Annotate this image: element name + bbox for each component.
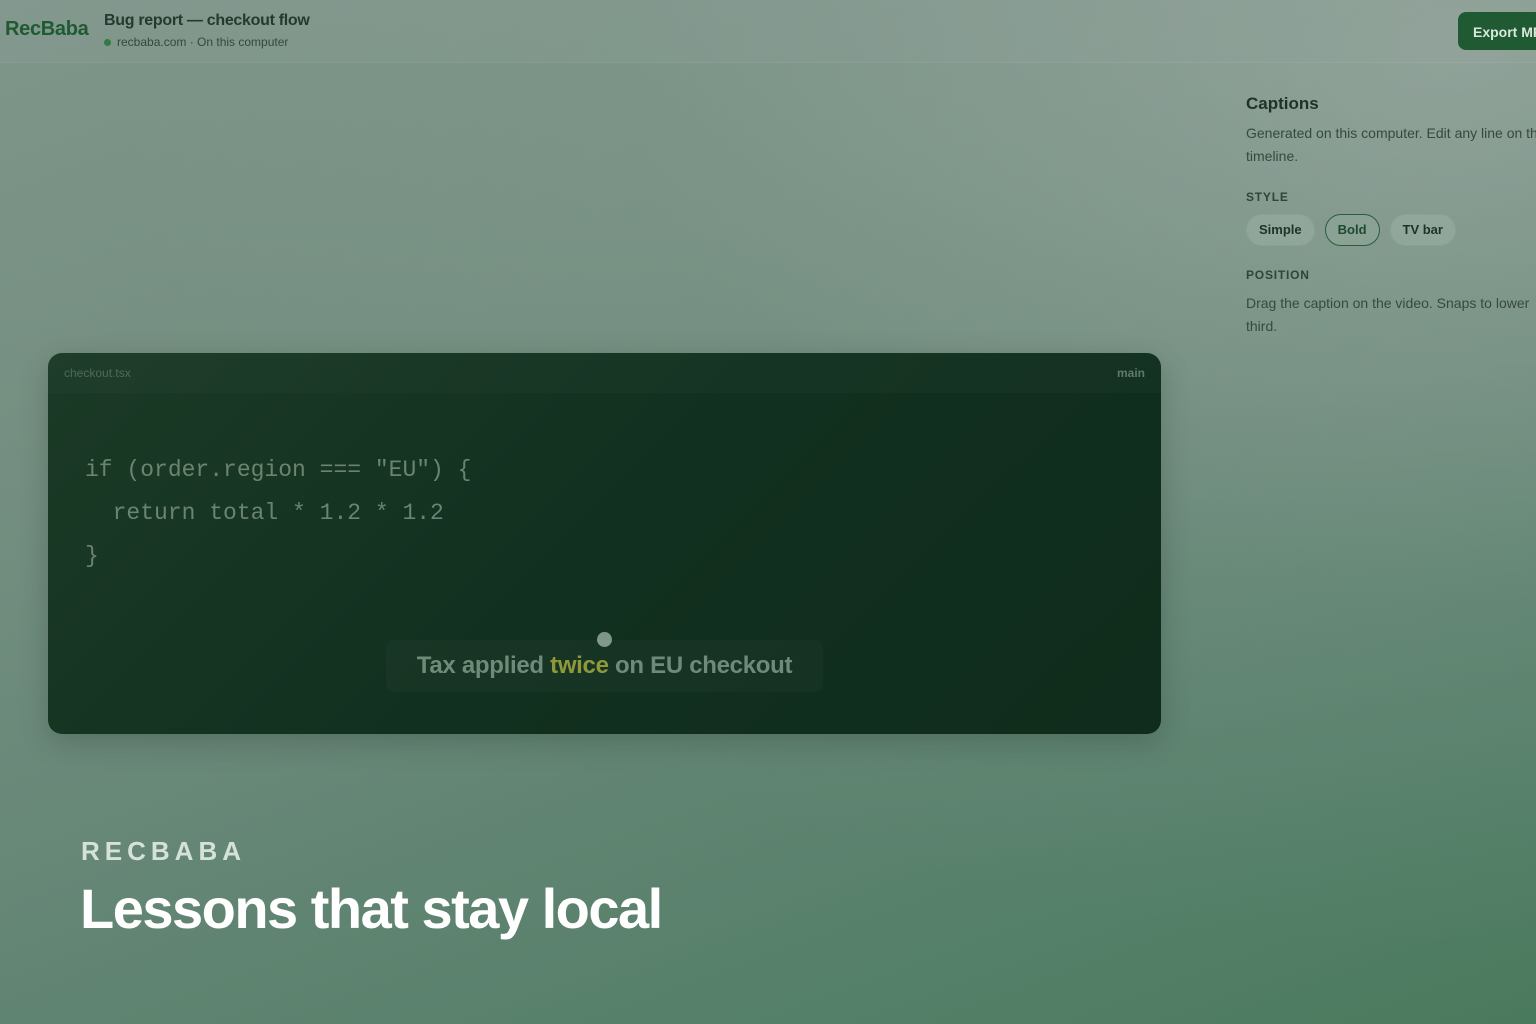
video-header: checkout.tsx main <box>48 353 1161 393</box>
code-line: return total * 1.2 * 1.2 <box>85 500 444 526</box>
app-logo[interactable]: RecBaba <box>5 18 89 41</box>
caption-highlight: twice <box>550 652 609 679</box>
caption-text-after: on EU checkout <box>608 652 793 679</box>
code-block: if (order.region === "EU") { return tota… <box>85 449 471 578</box>
style-label: STYLE <box>1246 190 1289 204</box>
position-description: Drag the caption on the video. Snaps to … <box>1246 295 1530 334</box>
branch-name: main <box>1116 366 1145 380</box>
document-title: Bug report — checkout flow <box>104 12 310 29</box>
video-preview[interactable]: checkout.tsx main if (order.region === "… <box>48 353 1161 734</box>
file-name: checkout.tsx <box>64 366 131 380</box>
style-options: Simple Bold TV bar <box>1246 214 1536 246</box>
style-option-tv-bar[interactable]: TV bar <box>1389 214 1456 246</box>
document-location: recbaba.com · On this computer <box>117 35 289 49</box>
style-option-bold[interactable]: Bold <box>1324 214 1380 246</box>
status-dot-icon <box>104 38 111 46</box>
captions-panel: Captions Generated on this computer. Edi… <box>1246 94 1536 338</box>
panel-title: Captions <box>1246 94 1319 113</box>
code-line: if (order.region === "EU") { <box>85 457 472 483</box>
export-button[interactable]: Export MP4 <box>1458 12 1536 50</box>
caption-text-before: Tax applied <box>416 652 551 679</box>
panel-description: Generated on this computer. Edit any lin… <box>1246 125 1536 164</box>
brand-headline: Lessons that stay local <box>80 877 663 940</box>
style-option-simple[interactable]: Simple <box>1246 214 1315 246</box>
position-label: POSITION <box>1246 268 1310 282</box>
document-subtitle: recbaba.com · On this computer <box>104 35 288 49</box>
app-root: RecBaba Bug report — checkout flow recba… <box>0 0 1536 1024</box>
brand-eyebrow: RECBABA <box>81 836 246 866</box>
caption-overlay[interactable]: Tax applied twice on EU checkout <box>386 640 823 692</box>
code-line: } <box>85 543 99 569</box>
top-bar: RecBaba Bug report — checkout flow recba… <box>0 0 1536 63</box>
